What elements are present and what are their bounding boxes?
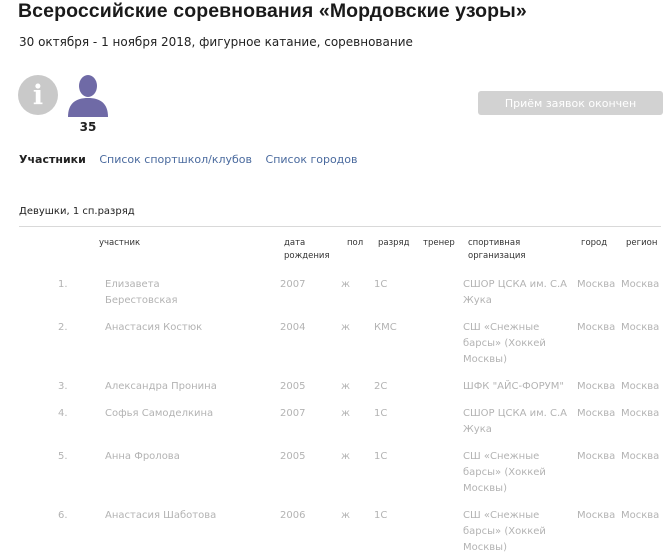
tab-schools-clubs[interactable]: Список спортшкол/клубов bbox=[99, 153, 252, 166]
organization: СШОР ЦСКА им. С.А Жука bbox=[463, 408, 568, 435]
header-coach: тренер bbox=[423, 238, 455, 248]
page-title: Всероссийские соревнования «Мордовские у… bbox=[18, 0, 527, 22]
organization: СШ «Снежные барсы» (Хоккей Москвы) bbox=[463, 510, 546, 553]
organization: СШОР ЦСКА им. С.А Жука bbox=[463, 279, 568, 306]
participant-name: Анастасия Шаботова bbox=[105, 510, 217, 521]
tabs: Участники Список спортшкол/клубов Список… bbox=[19, 153, 368, 166]
organization: ШФК "АЙС-ФОРУМ" bbox=[463, 381, 564, 392]
header-sex: пол bbox=[347, 238, 364, 248]
participant-name: Елизавета Берестовская bbox=[105, 279, 178, 306]
info-icon[interactable]: i bbox=[18, 75, 58, 115]
participant-name: Александра Пронина bbox=[105, 381, 217, 392]
participant-name: Анна Фролова bbox=[105, 451, 180, 462]
registration-closed-button[interactable]: Приём заявок окончен bbox=[478, 91, 663, 115]
organization: СШ «Снежные барсы» (Хоккей Москвы) bbox=[463, 322, 546, 365]
header-city: город bbox=[581, 238, 608, 248]
tab-cities[interactable]: Список городов bbox=[266, 153, 358, 166]
participant-name: Софья Самоделкина bbox=[105, 408, 214, 419]
event-subtitle: 30 октября - 1 ноября 2018, фигурное кат… bbox=[19, 35, 413, 49]
user-icon[interactable] bbox=[66, 73, 110, 117]
header-participant: участник bbox=[99, 238, 141, 248]
header-rank: разряд bbox=[378, 238, 410, 248]
tab-participants[interactable]: Участники bbox=[19, 153, 86, 166]
participant-name: Анастасия Костюк bbox=[105, 322, 203, 333]
header-birth-date: дата рождения bbox=[284, 238, 330, 261]
organization: СШ «Снежные барсы» (Хоккей Москвы) bbox=[463, 451, 546, 494]
header-organization: спортивная организация bbox=[468, 238, 526, 261]
participants-count: 35 bbox=[79, 120, 97, 134]
header-region: регион bbox=[626, 238, 658, 248]
table-divider bbox=[19, 226, 661, 227]
group-title: Девушки, 1 сп.разряд bbox=[19, 206, 135, 217]
